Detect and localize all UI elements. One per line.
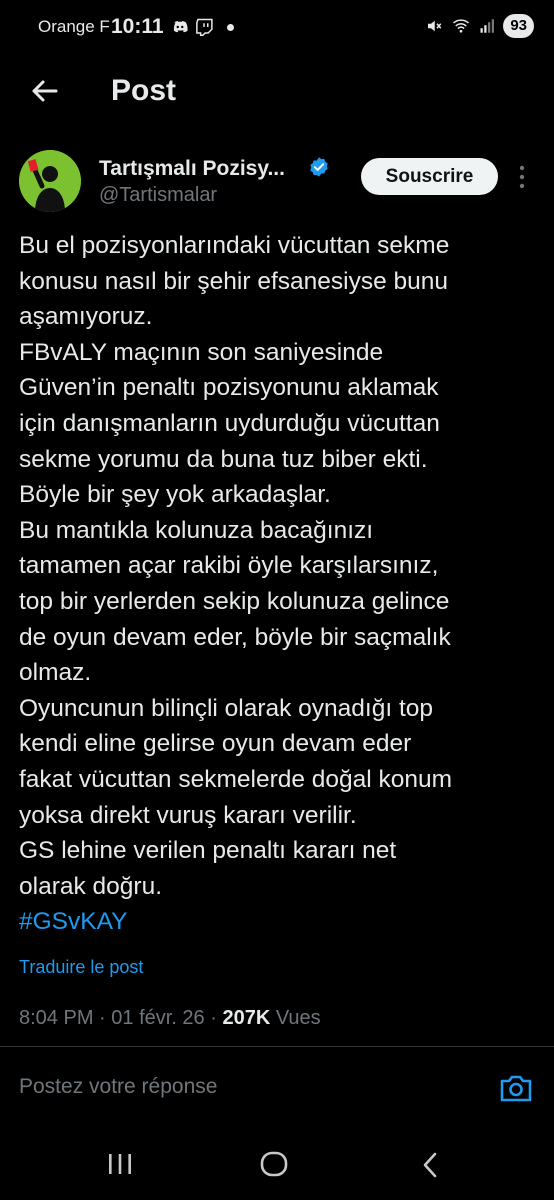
- tweet-line: Bu mantıkla kolunuza bacağınızı: [19, 516, 374, 544]
- tweet-line: kendi eline gelirse oyun devam eder: [19, 730, 412, 758]
- tweet-line: de oyun devam eder, böyle bir saçmalık: [19, 623, 451, 651]
- tweet-line: Oyuncunun bilinçli olarak oynadığı top: [19, 694, 434, 722]
- author-name[interactable]: Tartışmalı Pozisy...: [99, 157, 285, 181]
- author-handle[interactable]: @Tartismalar: [99, 184, 217, 207]
- tweet-time: 8:04 PM: [19, 1007, 94, 1029]
- tweet-line: aşamıyoruz.: [19, 303, 153, 331]
- avatar[interactable]: [19, 150, 81, 212]
- tweet-line: için danışmanların uydurduğu vücuttan: [19, 409, 440, 437]
- tweet-line: GS lehine verilen penaltı kararı net: [19, 837, 397, 865]
- arrow-left-icon[interactable]: [26, 73, 62, 109]
- meta-separator: ·: [99, 1007, 112, 1029]
- tweet-body: Bu el pozisyonlarındaki vücuttan sekme k…: [19, 228, 539, 940]
- tweet-line: FBvALY maçının son saniyesinde: [19, 338, 384, 366]
- subscribe-button[interactable]: Souscrire: [361, 158, 498, 195]
- discord-icon: [173, 21, 188, 33]
- status-bar: Orange F 10:11 93: [0, 0, 554, 58]
- battery-indicator: 93: [503, 14, 534, 38]
- twitch-icon: [196, 18, 213, 36]
- tweet-line: olarak doğru.: [19, 872, 163, 900]
- tweet-line: tamamen açar rakibi öyle karşılarsınız,: [19, 552, 439, 580]
- tweet-meta: 8:04 PM · 01 févr. 26 · 207K Vues: [19, 1007, 321, 1030]
- mute-icon: [428, 20, 442, 32]
- carrier-label: Orange F: [38, 17, 110, 36]
- hashtag-link[interactable]: #GSvKAY: [19, 904, 539, 940]
- reply-input[interactable]: Postez votre réponse: [19, 1075, 217, 1099]
- tweet-line: Bu el pozisyonlarındaki vücuttan sekme: [19, 232, 450, 259]
- tweet-date[interactable]: 01 févr. 26: [111, 1007, 204, 1029]
- back-icon[interactable]: [420, 1151, 440, 1179]
- tweet-line: olmaz.: [19, 659, 92, 687]
- views-count: 207K: [222, 1007, 271, 1029]
- top-app-bar: Post: [0, 58, 554, 128]
- more-options-icon[interactable]: [514, 163, 530, 191]
- translate-post-link[interactable]: Traduire le post: [19, 957, 143, 978]
- home-icon[interactable]: [260, 1150, 288, 1178]
- system-nav-bar: [0, 1130, 554, 1200]
- tweet-line: top bir yerlerden sekip kolunuza gelince: [19, 587, 450, 615]
- tweet-line: sekme yorumu da buna tuz biber ekti.: [19, 445, 428, 473]
- verified-badge-icon: [310, 157, 328, 177]
- wifi-icon: [453, 19, 470, 33]
- camera-icon[interactable]: [499, 1072, 533, 1104]
- notification-dot: [227, 23, 234, 31]
- tweet-line: Güven’in penaltı pozisyonunu aklamak: [19, 374, 439, 402]
- page-title: Post: [111, 74, 177, 107]
- divider: [0, 1046, 554, 1047]
- referee-avatar-icon: [19, 150, 81, 212]
- tweet-line: yoksa direkt vuruş kararı verilir.: [19, 801, 357, 829]
- tweet-line: konusu nasıl bir şehir efsanesiyse bunu: [19, 267, 449, 295]
- clock: 10:11: [111, 15, 164, 38]
- meta-separator: ·: [210, 1007, 223, 1029]
- views-label: Vues: [275, 1007, 321, 1029]
- recents-icon[interactable]: [106, 1152, 134, 1176]
- tweet-line: Böyle bir şey yok arkadaşlar.: [19, 481, 331, 509]
- signal-icon: [480, 19, 495, 33]
- tweet-line: fakat vücuttan sekmelerde doğal konum: [19, 765, 453, 793]
